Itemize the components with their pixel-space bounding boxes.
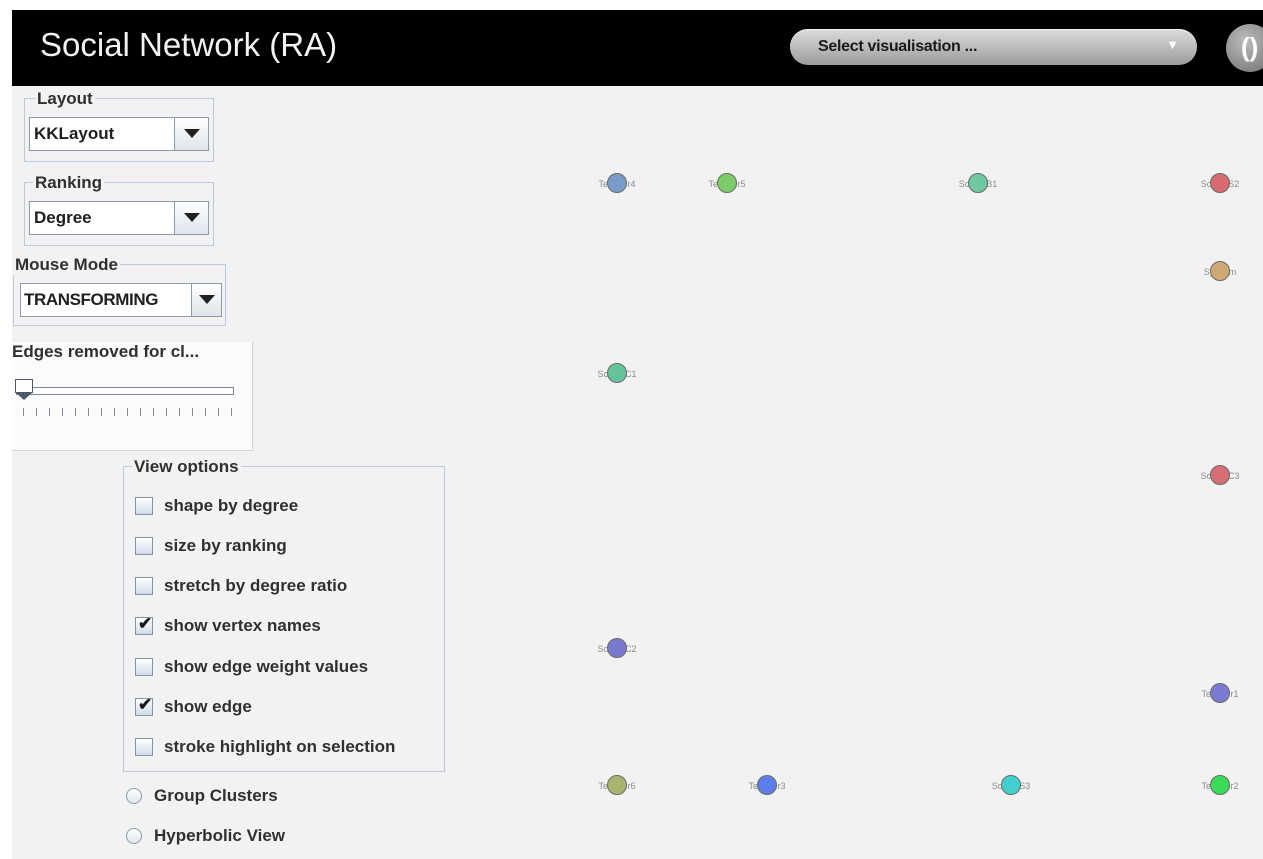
edges-removed-slider-thumb[interactable] — [15, 379, 33, 400]
vertex-node-icon[interactable] — [1210, 465, 1230, 485]
vertex-node-icon[interactable] — [607, 173, 627, 193]
visualisation-select[interactable]: Select visualisation ... ▼ — [790, 29, 1197, 65]
chevron-down-icon — [184, 213, 200, 222]
slider-tick — [75, 408, 76, 416]
slider-tick — [36, 408, 37, 416]
vertex-node-icon[interactable] — [607, 638, 627, 658]
chevron-down-icon: ▼ — [1166, 37, 1179, 52]
chevron-down-icon — [184, 129, 200, 138]
radio-label: Group Clusters — [154, 786, 278, 805]
graph-vertex[interactable]: SchoolS3 — [992, 774, 1030, 798]
network-panel: Layout KKLayout Ranking Degree Mouse Mod… — [12, 86, 1263, 859]
slider-tick — [62, 408, 63, 416]
slider-tick — [166, 408, 167, 416]
edges-removed-slider-track[interactable] — [16, 387, 234, 395]
edges-removed-title: Edges removed for cl... — [12, 342, 200, 361]
view-option-label: stroke highlight on selection — [164, 737, 396, 756]
view-option-label: show edge weight values — [164, 657, 369, 676]
mouse-mode-group: Mouse Mode TRANSFORMING — [13, 255, 226, 326]
checkbox[interactable] — [135, 537, 153, 555]
radio-button[interactable] — [126, 828, 142, 844]
graph-vertex[interactable]: Teacher1 — [1201, 682, 1239, 706]
graph-vertex[interactable]: SchoolS2 — [1201, 172, 1239, 196]
checkbox[interactable] — [135, 738, 153, 756]
graph-vertex[interactable]: Teacher5 — [708, 172, 746, 196]
slider-tick — [192, 408, 193, 416]
ranking-combo[interactable]: Degree — [29, 201, 209, 235]
title-bar: Social Network (RA) Select visualisation… — [12, 10, 1263, 86]
layout-dropdown-button[interactable] — [174, 118, 208, 150]
slider-tick — [231, 408, 232, 416]
view-option-label: show vertex names — [164, 616, 321, 635]
view-options-title: View options — [132, 457, 241, 477]
vertex-node-icon[interactable] — [1210, 683, 1230, 703]
view-option-label: size by ranking — [164, 536, 287, 555]
view-option-label: shape by degree — [164, 496, 299, 515]
chevron-down-icon — [199, 295, 215, 304]
graph-vertex[interactable]: SchoolC1 — [597, 362, 637, 386]
graph-vertex[interactable]: SchoolB1 — [959, 172, 997, 196]
slider-tick — [114, 408, 115, 416]
refresh-icon: () — [1241, 32, 1259, 62]
view-option-label: show edge — [164, 697, 252, 716]
ranking-value: Degree — [34, 208, 92, 227]
visualisation-select-label: Select visualisation ... — [818, 38, 978, 55]
mouse-mode-title: Mouse Mode — [13, 255, 120, 275]
app-title: Social Network (RA) — [40, 26, 338, 63]
graph-vertex[interactable]: Teacher3 — [748, 774, 786, 798]
vertex-node-icon[interactable] — [1210, 775, 1230, 795]
graph-vertex[interactable]: Sysadm — [1204, 260, 1236, 284]
checkbox-checked[interactable]: ✔ — [135, 695, 153, 716]
slider-ticks — [23, 408, 233, 418]
vertex-node-icon[interactable] — [1210, 173, 1230, 193]
slider-tick — [127, 408, 128, 416]
checkbox-checked[interactable]: ✔ — [135, 614, 153, 635]
ranking-dropdown-button[interactable] — [174, 202, 208, 234]
vertex-node-icon[interactable] — [1001, 775, 1021, 795]
slider-tick — [205, 408, 206, 416]
mouse-mode-combo[interactable]: TRANSFORMING — [20, 283, 222, 317]
checkmark-icon: ✔ — [138, 614, 153, 633]
radio-label: Hyperbolic View — [154, 826, 286, 845]
graph-vertex[interactable]: Teacher2 — [1201, 774, 1239, 798]
slider-tick — [88, 408, 89, 416]
checkbox[interactable] — [135, 497, 153, 515]
vertex-node-icon[interactable] — [968, 173, 988, 193]
graph-vertex[interactable]: SchoolC2 — [597, 637, 637, 661]
vertex-node-icon[interactable] — [757, 775, 777, 795]
slider-tick — [179, 408, 180, 416]
mouse-mode-dropdown-button[interactable] — [191, 284, 221, 316]
view-options-group: View options shape by degree size by rank… — [123, 457, 445, 772]
slider-tick — [218, 408, 219, 416]
slider-tick — [140, 408, 141, 416]
graph-vertex[interactable]: Teacher4 — [598, 172, 636, 196]
ranking-group: Ranking Degree — [24, 173, 214, 246]
vertex-node-icon[interactable] — [607, 363, 627, 383]
layout-title: Layout — [35, 89, 95, 109]
ranking-title: Ranking — [33, 173, 105, 193]
refresh-button[interactable]: () — [1226, 24, 1263, 72]
radio-button[interactable] — [126, 788, 142, 804]
checkbox[interactable] — [135, 577, 153, 595]
checkbox[interactable] — [135, 658, 153, 676]
graph-vertex[interactable]: Teacher6 — [598, 774, 636, 798]
checkmark-icon: ✔ — [138, 695, 153, 714]
vertex-node-icon[interactable] — [717, 173, 737, 193]
vertex-node-icon[interactable] — [607, 775, 627, 795]
mouse-mode-value: TRANSFORMING — [24, 290, 159, 309]
vertex-node-icon[interactable] — [1210, 261, 1230, 281]
edges-removed-slider-box: Edges removed for cl... — [12, 342, 253, 451]
slider-tick — [49, 408, 50, 416]
view-option-label: stretch by degree ratio — [164, 576, 348, 595]
slider-tick — [153, 408, 154, 416]
slider-tick — [101, 408, 102, 416]
slider-thumb-point — [15, 392, 33, 400]
layout-value: KKLayout — [34, 124, 115, 143]
graph-vertex[interactable]: SchoolC3 — [1200, 464, 1240, 488]
layout-combo[interactable]: KKLayout — [29, 117, 209, 151]
slider-tick — [23, 408, 24, 416]
layout-group: Layout KKLayout — [24, 89, 214, 162]
